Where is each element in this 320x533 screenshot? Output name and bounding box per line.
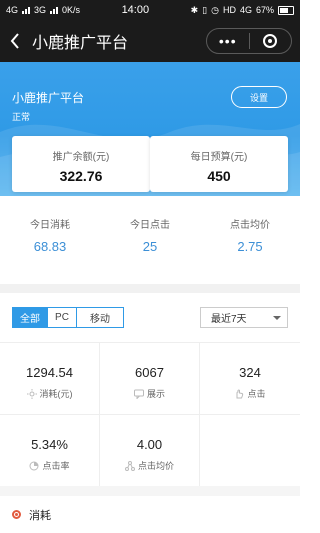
today-cost-label: 今日消耗: [30, 220, 70, 231]
metric-clicks[interactable]: 324 点击: [200, 343, 300, 415]
metric-impressions-label-row: 展示: [100, 387, 199, 400]
today-cost: 今日消耗 68.83: [0, 216, 100, 266]
metric-avg-price-label: 点击均价: [137, 461, 174, 471]
budget-label: 每日预算(元): [190, 152, 248, 163]
metric-impressions[interactable]: 6067 展示: [100, 343, 200, 415]
metric-ctr-label-row: 点击率: [0, 459, 99, 472]
today-clicks: 今日点击 25: [100, 216, 200, 266]
metric-ctr[interactable]: 5.34% 点击率: [0, 415, 100, 487]
section-divider: [0, 284, 300, 293]
metrics-grid: 1294.54 消耗(元) 6067 展示 324 点击 5.34% 点击率 4…: [0, 342, 300, 487]
metric-clicks-label-row: 点击: [200, 387, 300, 400]
device-segmented-control: 全部 PC 移动: [12, 307, 124, 328]
date-range-value: 最近7天: [211, 314, 247, 325]
today-cost-value: 68.83: [33, 239, 67, 254]
close-button[interactable]: [250, 34, 292, 48]
chevron-down-icon: [273, 316, 281, 320]
balance-label: 推广余额(元): [52, 152, 110, 163]
cost-section-label: 消耗: [29, 509, 51, 522]
nodes-icon: [124, 460, 135, 471]
metric-avg-price-value: 4.00: [136, 437, 163, 452]
net-speed: 0K/s: [62, 5, 81, 15]
back-icon[interactable]: [0, 20, 30, 62]
network-left: 4G: [6, 5, 19, 15]
balance-card: 推广余额(元) 322.76: [12, 136, 150, 192]
tab-mobile[interactable]: 移动: [77, 308, 123, 327]
metric-cost-value: 1294.54: [26, 365, 73, 380]
signal-icon: [50, 6, 59, 14]
chat-icon: [133, 389, 144, 399]
tab-all[interactable]: 全部: [13, 308, 47, 327]
vibrate-icon: ▯: [202, 4, 208, 15]
mini-program-capsule: •••: [206, 28, 292, 54]
today-stats: 今日消耗 68.83 今日点击 25 点击均价 2.75: [0, 216, 300, 266]
nav-bar: 小鹿推广平台 •••: [0, 20, 300, 62]
more-button[interactable]: •••: [207, 29, 249, 53]
tab-pc[interactable]: PC: [47, 308, 77, 327]
status-right: ✱ ▯ ◷ HD 4G 67%: [191, 5, 294, 16]
budget-card[interactable]: 每日预算(元) 450: [150, 136, 288, 192]
metric-cost[interactable]: 1294.54 消耗(元): [0, 343, 100, 415]
target-dot-icon: [12, 510, 21, 519]
metric-clicks-label: 点击: [247, 389, 266, 399]
network-4g: 4G: [239, 5, 252, 15]
alarm-icon: ◷: [211, 4, 219, 15]
pie-icon: [29, 461, 39, 470]
metric-ctr-label: 点击率: [42, 461, 70, 471]
network-right: 3G: [34, 5, 47, 15]
account-name: 小鹿推广平台: [12, 91, 85, 105]
target-icon: [263, 34, 278, 48]
metric-avg-price-label-row: 点击均价: [100, 459, 199, 472]
balance-value: 322.76: [59, 168, 103, 184]
date-range-select[interactable]: 最近7天: [200, 307, 288, 328]
status-left: 4G 3G 0K/s: [6, 5, 80, 15]
metric-avg-price[interactable]: 4.00 点击均价: [100, 415, 200, 487]
metric-impressions-value: 6067: [135, 365, 164, 380]
avg-click-price: 点击均价 2.75: [200, 216, 300, 266]
cost-section-header[interactable]: 消耗: [0, 496, 300, 533]
today-clicks-value: 25: [142, 239, 158, 254]
avg-click-price-value: 2.75: [237, 239, 263, 254]
settings-button[interactable]: 设置: [231, 86, 287, 108]
bluetooth-icon: ✱: [190, 4, 199, 15]
nav-title: 小鹿推广平台: [32, 35, 129, 52]
metric-cost-label: 消耗(元): [39, 389, 73, 399]
metric-impressions-label: 展示: [146, 389, 165, 399]
status-time: 14:00: [121, 4, 150, 16]
metric-cost-label-row: 消耗(元): [0, 387, 99, 400]
section-divider: [0, 486, 300, 496]
filter-bar: 全部 PC 移动 最近7天: [0, 303, 300, 333]
budget-value: 450: [207, 168, 231, 184]
metric-clicks-value: 324: [239, 365, 261, 380]
status-bar: 4G 3G 0K/s 14:00 ✱ ▯ ◷ HD 4G 67%: [0, 0, 300, 20]
today-clicks-label: 今日点击: [130, 220, 170, 231]
hd-label: HD: [222, 5, 236, 15]
metric-ctr-value: 5.34%: [31, 437, 68, 452]
battery-icon: [278, 5, 294, 15]
battery-percent: 67%: [255, 5, 274, 15]
account-status: 正常: [12, 112, 31, 122]
avg-click-price-label: 点击均价: [230, 220, 270, 231]
sun-icon: [26, 388, 37, 399]
signal-icon: [22, 6, 31, 14]
hand-icon: [236, 389, 244, 398]
